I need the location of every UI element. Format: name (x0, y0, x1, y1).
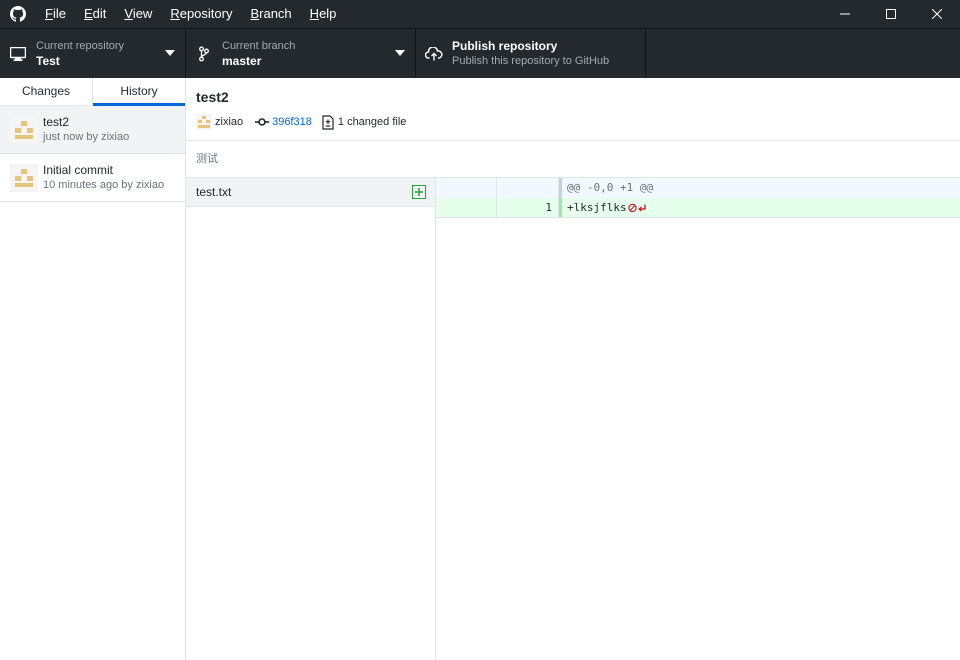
no-newline-icon (627, 203, 646, 212)
commit-sha-link[interactable]: 396f318 (272, 116, 312, 128)
commit-meta-row: zixiao 396f318 1 changed file (196, 114, 950, 130)
current-branch-label: Current branch (222, 39, 296, 52)
maximize-button[interactable] (868, 0, 914, 28)
publish-repository-title: Publish repository (452, 38, 558, 53)
sidebar: Changes History test2 just now by zixiao… (0, 78, 186, 660)
commit-title: Initial commit (43, 163, 114, 177)
current-branch-value: master (222, 53, 262, 68)
file-diff-icon (322, 114, 334, 130)
commit-title: test2 (43, 115, 70, 129)
title-bar: File Edit View Repository Branch Help (0, 0, 960, 28)
close-icon (932, 9, 942, 19)
avatar (10, 115, 38, 144)
file-name: test.txt (196, 185, 232, 199)
current-repository-value: Test (36, 53, 60, 68)
diff-line-content: +lksjflks (562, 198, 648, 217)
new-line-number (497, 178, 559, 198)
tab-changes[interactable]: Changes (0, 78, 93, 105)
menu-help[interactable]: Help (301, 0, 346, 28)
current-repository-label: Current repository (36, 39, 125, 52)
minimize-icon (840, 13, 850, 15)
publish-repository-subtitle: Publish this repository to GitHub (452, 54, 610, 67)
commit-author: zixiao (215, 116, 244, 128)
window-controls (822, 0, 960, 28)
menu-edit[interactable]: Edit (75, 0, 115, 28)
github-logo-icon (0, 0, 36, 28)
chevron-down-icon (395, 50, 405, 56)
file-list-item[interactable]: test.txt (186, 178, 435, 207)
commit-list-item[interactable]: test2 just now by zixiao (0, 106, 185, 154)
toolbar: Current repository Test Current branch m… (0, 28, 960, 78)
author-avatar (196, 114, 212, 130)
commit-summary: test2 (196, 89, 229, 105)
menu-branch[interactable]: Branch (241, 0, 300, 28)
git-commit-icon (255, 118, 270, 126)
minimize-button[interactable] (822, 0, 868, 28)
old-line-number (436, 178, 497, 198)
cloud-upload-icon (416, 46, 452, 61)
file-added-icon (412, 185, 426, 199)
current-repository-button[interactable]: Current repository Test (0, 29, 186, 78)
publish-repository-button[interactable]: Publish repository Publish this reposito… (416, 29, 646, 78)
git-branch-icon (186, 46, 222, 62)
commit-description: 测试 (186, 141, 960, 178)
menu-view[interactable]: View (115, 0, 161, 28)
menu-repository[interactable]: Repository (161, 0, 241, 28)
new-line-number: 1 (497, 198, 559, 217)
monitor-icon (0, 46, 36, 61)
diff-line-text: +lksjflks (567, 200, 627, 214)
maximize-icon (886, 9, 896, 19)
commit-list-item[interactable]: Initial commit 10 minutes ago by zixiao (0, 154, 185, 202)
changed-files-count: 1 changed file (337, 116, 407, 128)
old-line-number (436, 198, 497, 217)
changed-files-list: test.txt (186, 178, 436, 660)
close-button[interactable] (914, 0, 960, 28)
avatar (10, 163, 38, 192)
commit-meta: just now by zixiao (43, 131, 130, 143)
diff-view: @@ -0,0 +1 @@ 1 +lksjflks (436, 178, 960, 660)
hunk-header-text: @@ -0,0 +1 @@ (567, 181, 654, 194)
current-branch-button[interactable]: Current branch master (186, 29, 416, 78)
tab-history[interactable]: History (93, 78, 185, 106)
diff-hunk-header: @@ -0,0 +1 @@ (436, 178, 960, 198)
commit-header: test2 zixiao 396f318 1 changed file (186, 78, 960, 141)
sidebar-tabs: Changes History (0, 78, 185, 106)
diff-line-added[interactable]: 1 +lksjflks (436, 198, 960, 218)
chevron-down-icon (165, 50, 175, 56)
menu-bar: File Edit View Repository Branch Help (36, 0, 345, 28)
commit-detail-panel: test2 zixiao 396f318 1 changed file 测试 t… (186, 78, 960, 660)
menu-file[interactable]: File (36, 0, 75, 28)
commit-meta: 10 minutes ago by zixiao (43, 179, 165, 191)
